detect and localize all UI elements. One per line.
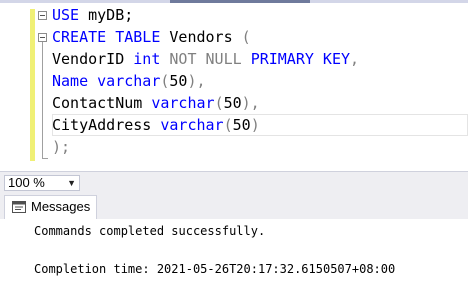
code-token: varchar: [160, 116, 224, 134]
code-token: Name: [52, 72, 98, 90]
code-token: ),: [241, 94, 260, 112]
collapse-icon[interactable]: [38, 11, 47, 20]
tab-messages[interactable]: Messages: [4, 195, 98, 219]
code-line[interactable]: VendorID int NOT NULL PRIMARY KEY,: [52, 48, 359, 70]
zoom-value: 100 %: [8, 175, 45, 190]
code-line[interactable]: CityAddress varchar(50): [52, 114, 359, 136]
code-token: PRIMARY KEY: [250, 50, 351, 68]
code-line[interactable]: CREATE TABLE Vendors (: [52, 26, 359, 48]
code-token: (: [223, 116, 233, 134]
code-token: );: [52, 138, 71, 156]
chevron-down-icon[interactable]: ▼: [67, 176, 76, 190]
code-token: myDB;: [79, 6, 134, 24]
code-token: varchar: [97, 72, 161, 90]
code-line[interactable]: Name varchar(50),: [52, 70, 359, 92]
code-token: 50: [232, 116, 251, 134]
results-tab-strip: Messages: [0, 193, 468, 219]
code-token: ,: [350, 50, 360, 68]
code-token: USE: [52, 6, 80, 24]
query-editor[interactable]: USE myDB; CREATE TABLE Vendors (VendorID …: [0, 3, 468, 171]
code-token: (: [214, 94, 224, 112]
change-tracking-bar: [30, 9, 35, 161]
fold-guide: [42, 42, 43, 158]
code-line[interactable]: );: [52, 136, 359, 158]
results-pane: Messages Commands completed successfully…: [0, 193, 468, 294]
code-token: 50: [223, 94, 242, 112]
code-token: (: [241, 28, 251, 46]
code-token: ContactNum: [52, 94, 152, 112]
sql-code[interactable]: USE myDB; CREATE TABLE Vendors (VendorID …: [52, 4, 359, 158]
code-token: ): [250, 116, 260, 134]
zoom-bar: 100 % ▼: [0, 171, 468, 194]
code-token: int: [133, 50, 161, 68]
message-line: Completion time: 2021-05-26T20:17:32.615…: [34, 262, 396, 276]
zoom-select[interactable]: 100 % ▼: [4, 175, 80, 191]
code-token: VendorID: [52, 50, 134, 68]
code-token: ),: [187, 72, 206, 90]
fold-guide-end: [42, 158, 48, 159]
tab-messages-label: Messages: [31, 199, 91, 214]
code-token: CREATE TABLE: [52, 28, 161, 46]
code-token: varchar: [151, 94, 215, 112]
collapse-icon[interactable]: [38, 33, 47, 42]
code-line[interactable]: USE myDB;: [52, 4, 359, 26]
code-token: CityAddress: [52, 116, 161, 134]
messages-icon: [12, 201, 26, 213]
message-line: Commands completed successfully.: [34, 224, 266, 238]
code-token: 50: [169, 72, 188, 90]
code-token: Vendors: [160, 28, 242, 46]
code-token: NOT NULL: [160, 50, 251, 68]
code-line[interactable]: ContactNum varchar(50),: [52, 92, 359, 114]
